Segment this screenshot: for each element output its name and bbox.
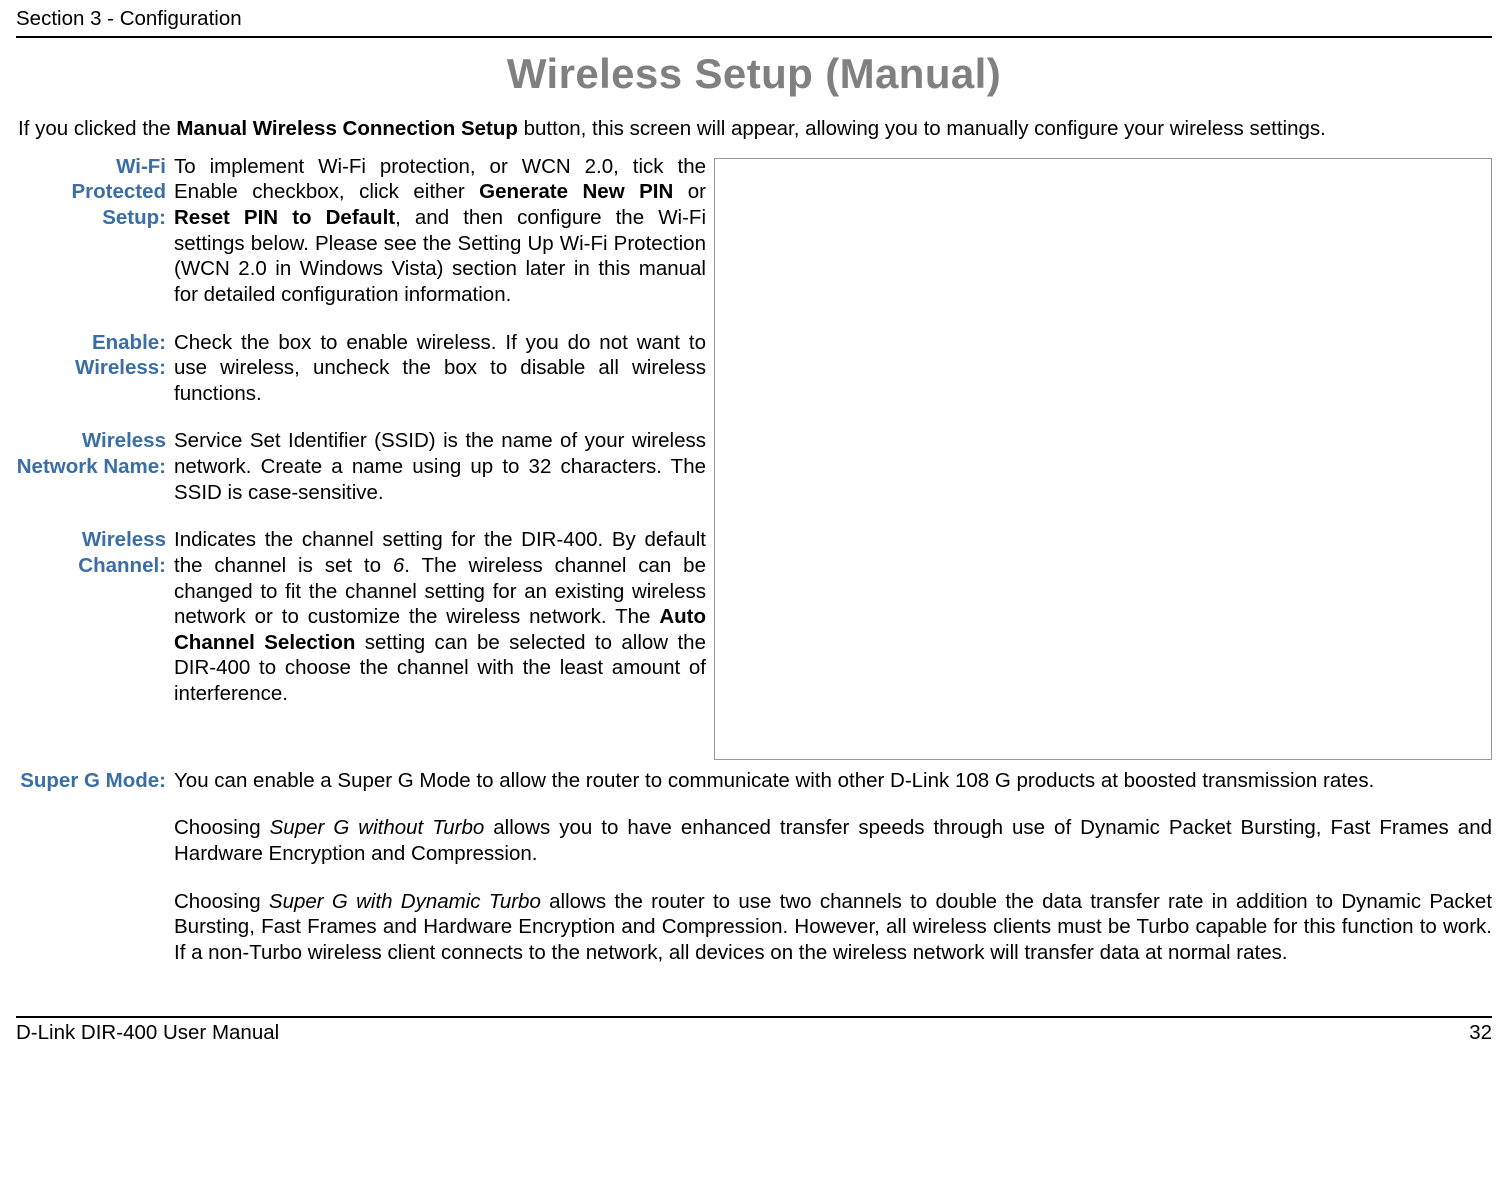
- superg-p3: Choosing Super G with Dynamic Turbo allo…: [174, 889, 1492, 966]
- body-b2: Reset PIN to Default: [174, 206, 395, 229]
- def-enable: Enable: Wireless: Check the box to enabl…: [16, 330, 706, 407]
- def-label: Wireless Channel:: [16, 527, 174, 706]
- def-body: To implement Wi-Fi protection, or WCN 2.…: [174, 154, 706, 308]
- def-label: Wireless Network Name:: [16, 428, 174, 505]
- label-line1: Wireless: [82, 528, 166, 551]
- footer-left: D-Link DIR-400 User Manual: [16, 1020, 279, 1046]
- label-line1: Super G Mode:: [20, 769, 166, 792]
- def-body: Indicates the channel setting for the DI…: [174, 527, 706, 706]
- label-line2: Wireless:: [75, 356, 166, 379]
- page-title: Wireless Setup (Manual): [16, 48, 1492, 101]
- label-line2: Network Name:: [17, 455, 166, 478]
- router-screenshot: [714, 158, 1492, 760]
- def-body: Check the box to enable wireless. If you…: [174, 330, 706, 407]
- footer-page-number: 32: [1469, 1020, 1492, 1046]
- label-line1: Wireless: [82, 429, 166, 452]
- p3-pre: Choosing: [174, 890, 269, 913]
- p2-i: Super G without Turbo: [270, 816, 485, 839]
- page-footer: D-Link DIR-400 User Manual 32: [16, 1016, 1492, 1046]
- def-label: Enable: Wireless:: [16, 330, 174, 407]
- def-body: Service Set Identifier (SSID) is the nam…: [174, 428, 706, 505]
- body-i: 6: [393, 554, 404, 577]
- label-line2: Setup:: [102, 206, 166, 229]
- def-super-g: Super G Mode: You can enable a Super G M…: [16, 768, 1492, 966]
- intro-pre: If you clicked the: [18, 117, 176, 140]
- section-header: Section 3 - Configuration: [16, 6, 1492, 38]
- label-line1: Wi-Fi Protected: [71, 155, 166, 204]
- label-line2: Channel:: [78, 554, 166, 577]
- intro-post: button, this screen will appear, allowin…: [518, 117, 1326, 140]
- p2-pre: Choosing: [174, 816, 270, 839]
- def-label: Wi-Fi Protected Setup:: [16, 154, 174, 308]
- def-body: You can enable a Super G Mode to allow t…: [174, 768, 1492, 966]
- def-label: Super G Mode:: [16, 768, 174, 966]
- body-mid1: or: [673, 180, 706, 203]
- label-line1: Enable:: [92, 331, 166, 354]
- def-wifi-protected: Wi-Fi Protected Setup: To implement Wi-F…: [16, 154, 706, 308]
- superg-p1: You can enable a Super G Mode to allow t…: [174, 768, 1492, 794]
- superg-p2: Choosing Super G without Turbo allows yo…: [174, 815, 1492, 866]
- def-channel: Wireless Channel: Indicates the channel …: [16, 527, 706, 706]
- intro-bold: Manual Wireless Connection Setup: [176, 117, 518, 140]
- intro-text: If you clicked the Manual Wireless Conne…: [18, 116, 1492, 142]
- p3-i: Super G with Dynamic Turbo: [269, 890, 541, 913]
- def-network-name: Wireless Network Name: Service Set Ident…: [16, 428, 706, 505]
- body-b1: Generate New PIN: [479, 180, 673, 203]
